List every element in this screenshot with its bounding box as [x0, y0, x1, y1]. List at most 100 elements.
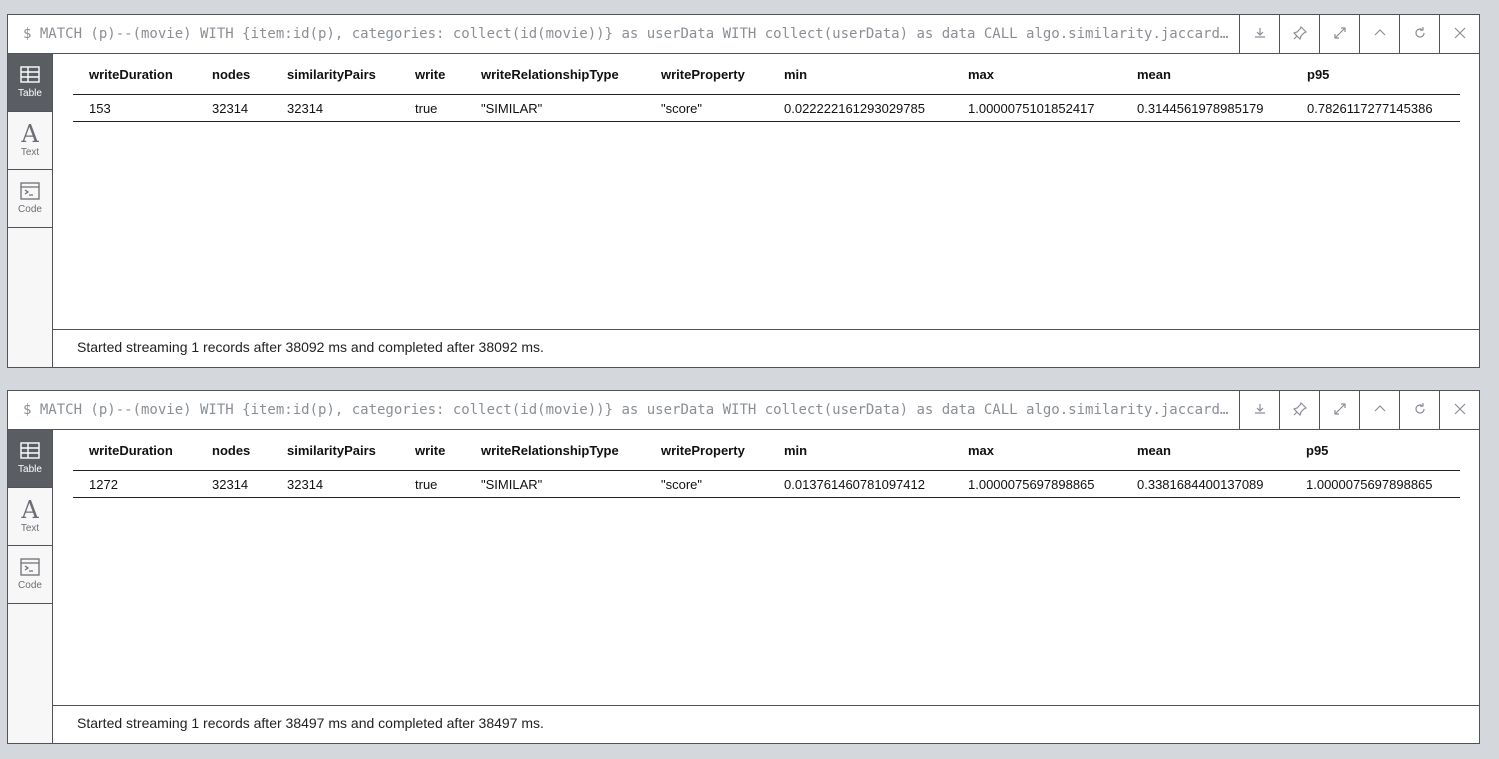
text-view-label: Text [20, 523, 40, 534]
table-cell: true [399, 470, 465, 498]
rerun-button[interactable] [1399, 391, 1439, 429]
table-header-row: writeDuration nodes similarityPairs writ… [73, 54, 1460, 95]
column-header: writeRelationshipType [465, 430, 645, 471]
table-cell: 153 [73, 94, 196, 122]
pin-icon [1292, 25, 1307, 43]
column-header: nodes [196, 430, 271, 471]
column-header: writeProperty [645, 430, 768, 471]
results-table: writeDuration nodes similarityPairs writ… [73, 430, 1460, 498]
view-sidebar: Table A Text Code [8, 54, 53, 367]
rerun-icon [1413, 26, 1427, 43]
column-header: write [399, 430, 465, 471]
column-header: mean [1121, 430, 1290, 471]
status-bar: Started streaming 1 records after 38497 … [77, 715, 544, 731]
status-bar: Started streaming 1 records after 38092 … [77, 339, 544, 355]
column-header: writeRelationshipType [465, 54, 645, 95]
column-header: writeDuration [73, 54, 196, 95]
table-cell: "SIMILAR" [465, 94, 645, 122]
table-view-label: Table [18, 464, 42, 475]
pin-button[interactable] [1279, 391, 1319, 429]
column-header: p95 [1291, 54, 1460, 95]
table-cell: "SIMILAR" [465, 470, 645, 498]
query-editor[interactable]: $ MATCH (p)--(movie) WITH {item:id(p), c… [23, 15, 1231, 53]
column-header: max [952, 54, 1121, 95]
text-icon: A [21, 120, 39, 148]
table-cell: "score" [645, 470, 768, 498]
column-header: write [399, 54, 465, 95]
table-icon [20, 66, 40, 83]
column-header: min [768, 430, 952, 471]
table-cell: 1.0000075697898865 [1290, 470, 1460, 498]
code-icon [20, 182, 40, 200]
column-header: mean [1121, 54, 1291, 95]
code-view-label: Code [18, 204, 42, 215]
close-button[interactable] [1439, 391, 1479, 429]
results-table-area: writeDuration nodes similarityPairs writ… [53, 54, 1479, 330]
table-cell: 32314 [196, 94, 271, 122]
column-header: max [952, 430, 1121, 471]
frame-actions [1239, 15, 1479, 53]
table-cell: 0.7826117277145386 [1291, 94, 1460, 122]
download-button[interactable] [1239, 391, 1279, 429]
table-cell: true [399, 94, 465, 122]
text-icon: A [21, 496, 39, 524]
text-view-button[interactable]: A Text [8, 488, 52, 546]
close-icon [1453, 26, 1467, 43]
query-editor[interactable]: $ MATCH (p)--(movie) WITH {item:id(p), c… [23, 391, 1231, 429]
table-cell: 0.3144561978985179 [1121, 94, 1291, 122]
table-cell: 32314 [196, 470, 271, 498]
column-header: min [768, 54, 952, 95]
table-header-row: writeDuration nodes similarityPairs writ… [73, 430, 1460, 471]
rerun-button[interactable] [1399, 15, 1439, 53]
column-header: writeDuration [73, 430, 196, 471]
frame-header: $ MATCH (p)--(movie) WITH {item:id(p), c… [8, 15, 1479, 54]
column-header: nodes [196, 54, 271, 95]
results-table-area: writeDuration nodes similarityPairs writ… [53, 430, 1479, 706]
download-button[interactable] [1239, 15, 1279, 53]
frame-actions [1239, 391, 1479, 429]
table-cell: 1272 [73, 470, 196, 498]
code-icon [20, 558, 40, 576]
table-view-label: Table [18, 88, 42, 99]
fullscreen-button[interactable] [1319, 15, 1359, 53]
table-cell: 0.013761460781097412 [768, 470, 952, 498]
collapse-icon [1373, 26, 1387, 43]
collapse-button[interactable] [1359, 391, 1399, 429]
table-row: 1272 32314 32314 true "SIMILAR" "score" … [73, 470, 1460, 498]
table-row: 153 32314 32314 true "SIMILAR" "score" 0… [73, 94, 1460, 122]
results-table: writeDuration nodes similarityPairs writ… [73, 54, 1460, 122]
text-view-button[interactable]: A Text [8, 112, 52, 170]
expand-icon [1333, 26, 1347, 43]
collapse-button[interactable] [1359, 15, 1399, 53]
view-sidebar: Table A Text Code [8, 430, 53, 743]
table-cell: 32314 [271, 470, 399, 498]
table-cell: 32314 [271, 94, 399, 122]
table-icon [20, 442, 40, 459]
table-cell: 1.0000075101852417 [952, 94, 1121, 122]
frame-header: $ MATCH (p)--(movie) WITH {item:id(p), c… [8, 391, 1479, 430]
column-header: similarityPairs [271, 430, 399, 471]
table-cell: 0.3381684400137089 [1121, 470, 1290, 498]
download-icon [1253, 26, 1267, 43]
code-view-button[interactable]: Code [8, 170, 52, 228]
result-frame-2: $ MATCH (p)--(movie) WITH {item:id(p), c… [7, 390, 1480, 744]
code-view-label: Code [18, 580, 42, 591]
column-header: similarityPairs [271, 54, 399, 95]
table-cell: "score" [645, 94, 768, 122]
column-header: writeProperty [645, 54, 768, 95]
table-cell: 1.0000075697898865 [952, 470, 1121, 498]
code-view-button[interactable]: Code [8, 546, 52, 604]
table-view-button[interactable]: Table [8, 54, 52, 112]
rerun-icon [1413, 402, 1427, 419]
download-icon [1253, 402, 1267, 419]
result-frame-1: $ MATCH (p)--(movie) WITH {item:id(p), c… [7, 14, 1480, 368]
fullscreen-button[interactable] [1319, 391, 1359, 429]
close-button[interactable] [1439, 15, 1479, 53]
close-icon [1453, 402, 1467, 419]
pin-button[interactable] [1279, 15, 1319, 53]
collapse-icon [1373, 402, 1387, 419]
table-view-button[interactable]: Table [8, 430, 52, 488]
expand-icon [1333, 402, 1347, 419]
pin-icon [1292, 401, 1307, 419]
column-header: p95 [1290, 430, 1460, 471]
